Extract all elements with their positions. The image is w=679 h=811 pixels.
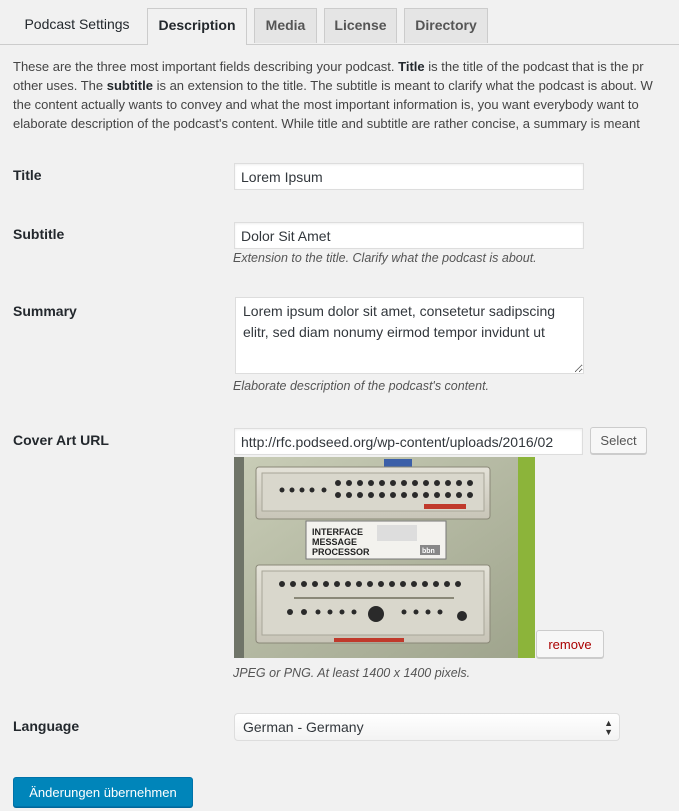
cover-image-text-processor: PROCESSOR bbox=[312, 547, 370, 557]
intro-text: These are the three most important field… bbox=[13, 59, 653, 131]
cover-image-text-interface: INTERFACE bbox=[312, 527, 363, 537]
language-select[interactable]: German - Germany ▲ ▼ bbox=[234, 713, 620, 741]
cover-image-text-message: MESSAGE bbox=[312, 537, 357, 547]
subtitle-description: Extension to the title. Clarify what the… bbox=[233, 251, 537, 265]
tab-podcast-settings[interactable]: Podcast Settings bbox=[12, 8, 142, 43]
save-changes-button[interactable]: Änderungen übernehmen bbox=[13, 777, 193, 807]
cover-remove-button[interactable]: remove bbox=[536, 630, 604, 658]
title-input[interactable] bbox=[234, 163, 584, 190]
language-label: Language bbox=[13, 718, 80, 734]
summary-description: Elaborate description of the podcast's c… bbox=[233, 379, 490, 393]
cover-image-text-brand: bbn bbox=[422, 548, 435, 555]
subtitle-label: Subtitle bbox=[13, 226, 65, 242]
summary-textarea[interactable]: Lorem ipsum dolor sit amet, consetetur s… bbox=[235, 297, 584, 374]
tab-license[interactable]: License bbox=[324, 8, 397, 43]
summary-label: Summary bbox=[13, 303, 77, 319]
language-select-value: German - Germany bbox=[243, 719, 364, 735]
title-label: Title bbox=[13, 167, 42, 183]
cover-art-image: INTERFACE MESSAGE PROCESSOR bbn bbox=[234, 457, 535, 658]
cover-description: JPEG or PNG. At least 1400 x 1400 pixels… bbox=[233, 666, 471, 680]
cover-art-url-input[interactable] bbox=[234, 428, 583, 455]
tab-description[interactable]: Description bbox=[147, 8, 247, 45]
subtitle-input[interactable] bbox=[234, 222, 584, 249]
tab-directory[interactable]: Directory bbox=[404, 8, 488, 43]
settings-tabs: Podcast Settings Description Media Licen… bbox=[0, 0, 679, 45]
tab-media[interactable]: Media bbox=[254, 8, 317, 43]
select-arrows-icon: ▲ ▼ bbox=[604, 718, 613, 737]
cover-select-button[interactable]: Select bbox=[590, 427, 647, 454]
cover-art-label: Cover Art URL bbox=[13, 432, 109, 448]
